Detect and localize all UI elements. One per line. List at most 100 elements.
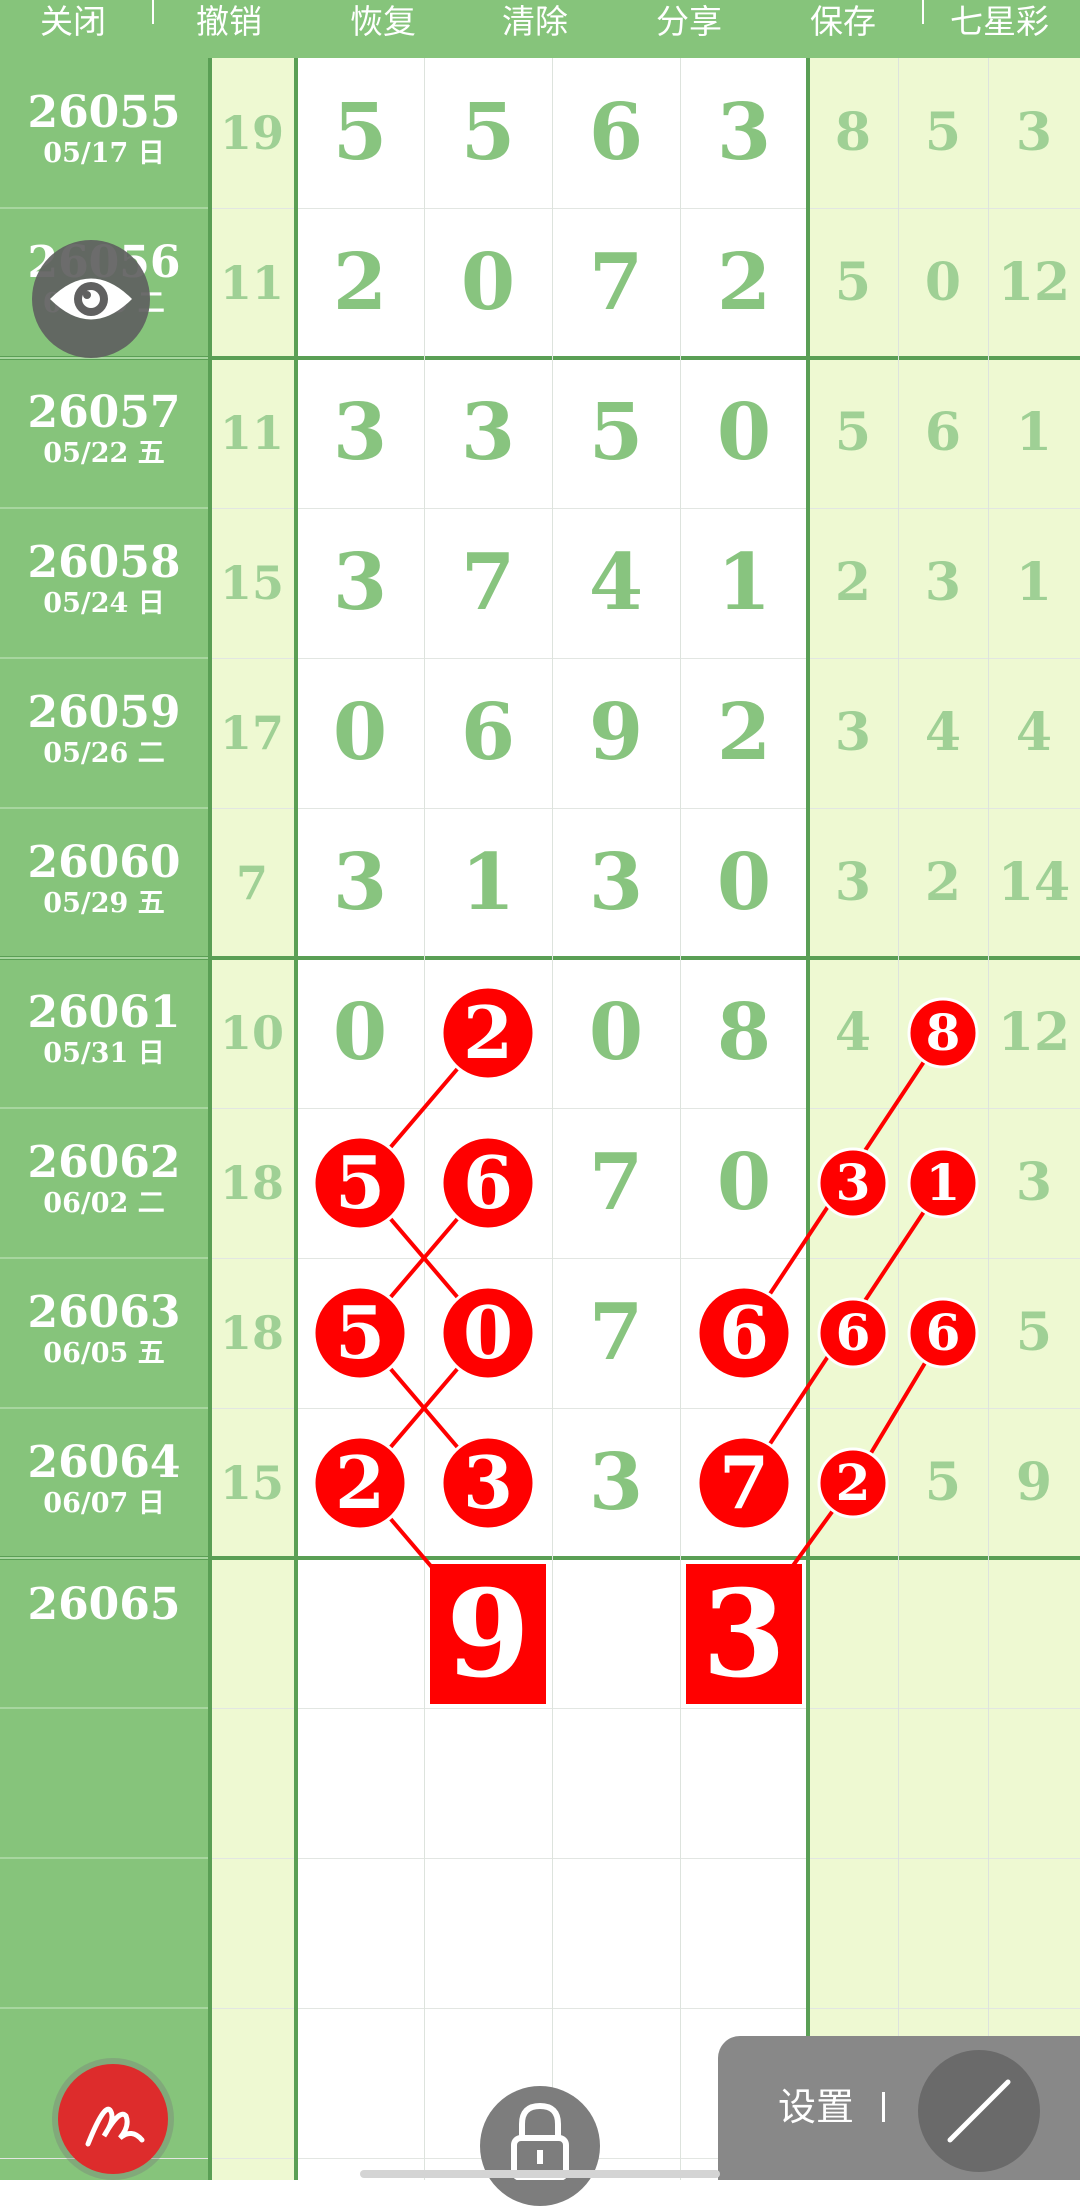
tail-cell[interactable]: 14 bbox=[988, 808, 1080, 958]
tail-cell[interactable]: 2 bbox=[808, 508, 898, 658]
digit-cell[interactable]: 1 bbox=[680, 508, 808, 658]
digit-cell[interactable] bbox=[296, 1858, 424, 2008]
digit-cell[interactable] bbox=[424, 1558, 552, 1708]
tail-cell[interactable]: 4 bbox=[898, 658, 988, 808]
issue-cell[interactable]: 26057 05/22 五 bbox=[0, 388, 208, 470]
sum-cell[interactable]: 18 bbox=[208, 1258, 296, 1408]
digit-cell[interactable]: 1 bbox=[424, 808, 552, 958]
digit-cell[interactable]: 2 bbox=[296, 1408, 424, 1558]
digit-cell[interactable]: 0 bbox=[680, 1108, 808, 1258]
tail-cell[interactable]: 6 bbox=[898, 358, 988, 508]
sum-cell[interactable] bbox=[208, 1708, 296, 1858]
eye-button[interactable] bbox=[32, 240, 150, 358]
digit-cell[interactable]: 5 bbox=[424, 58, 552, 208]
digit-cell[interactable]: 3 bbox=[424, 358, 552, 508]
digit-cell[interactable]: 5 bbox=[552, 358, 680, 508]
digit-cell[interactable] bbox=[552, 1708, 680, 1858]
tail-cell[interactable]: 9 bbox=[988, 1408, 1080, 1558]
digit-cell[interactable]: 6 bbox=[552, 58, 680, 208]
sum-cell[interactable]: 10 bbox=[208, 958, 296, 1108]
digit-cell[interactable] bbox=[296, 2008, 424, 2158]
tail-cell[interactable]: 1 bbox=[898, 1108, 988, 1258]
sum-cell[interactable]: 19 bbox=[208, 58, 296, 208]
sum-cell[interactable]: 17 bbox=[208, 658, 296, 808]
digit-cell[interactable]: 2 bbox=[680, 208, 808, 358]
digit-cell[interactable]: 2 bbox=[680, 658, 808, 808]
digit-cell[interactable]: 0 bbox=[680, 808, 808, 958]
digit-cell[interactable]: 0 bbox=[424, 208, 552, 358]
digit-cell[interactable]: 0 bbox=[296, 658, 424, 808]
tail-cell[interactable] bbox=[988, 1558, 1080, 1708]
issue-cell[interactable]: 26061 05/31 日 bbox=[0, 988, 208, 1070]
issue-cell[interactable]: 26058 05/24 日 bbox=[0, 538, 208, 620]
sum-cell[interactable]: 11 bbox=[208, 358, 296, 508]
digit-cell[interactable]: 3 bbox=[424, 1408, 552, 1558]
tail-cell[interactable]: 8 bbox=[808, 58, 898, 208]
digit-cell[interactable] bbox=[424, 1708, 552, 1858]
issue-cell[interactable]: 26065 bbox=[0, 1580, 208, 1630]
tail-cell[interactable]: 6 bbox=[808, 1258, 898, 1408]
sum-cell[interactable]: 11 bbox=[208, 208, 296, 358]
digit-cell[interactable]: 3 bbox=[680, 58, 808, 208]
tail-cell[interactable] bbox=[808, 1558, 898, 1708]
issue-cell[interactable]: 26063 06/05 五 bbox=[0, 1288, 208, 1370]
draw-button[interactable] bbox=[58, 2064, 168, 2174]
sum-cell[interactable] bbox=[208, 2008, 296, 2158]
digit-cell[interactable] bbox=[296, 1708, 424, 1858]
tail-cell[interactable]: 2 bbox=[898, 808, 988, 958]
tail-cell[interactable]: 12 bbox=[988, 958, 1080, 1108]
issue-cell[interactable]: 26064 06/07 日 bbox=[0, 1438, 208, 1520]
redo-button[interactable]: 恢复 bbox=[350, 0, 416, 58]
tail-cell[interactable] bbox=[808, 1708, 898, 1858]
tail-cell[interactable]: 3 bbox=[808, 808, 898, 958]
tail-cell[interactable] bbox=[988, 1708, 1080, 1858]
digit-cell[interactable]: 3 bbox=[552, 808, 680, 958]
digit-cell[interactable]: 6 bbox=[424, 658, 552, 808]
digit-cell[interactable]: 0 bbox=[552, 958, 680, 1108]
undo-button[interactable]: 撤销 bbox=[196, 0, 262, 58]
tail-cell[interactable]: 2 bbox=[808, 1408, 898, 1558]
lock-button[interactable] bbox=[480, 2086, 600, 2206]
issue-cell[interactable]: 26059 05/26 二 bbox=[0, 688, 208, 770]
tail-cell[interactable]: 5 bbox=[988, 1258, 1080, 1408]
tail-cell[interactable]: 6 bbox=[898, 1258, 988, 1408]
tail-cell[interactable]: 12 bbox=[988, 208, 1080, 358]
tail-cell[interactable]: 3 bbox=[808, 658, 898, 808]
digit-cell[interactable] bbox=[296, 1558, 424, 1708]
digit-cell[interactable] bbox=[552, 1858, 680, 2008]
tail-cell[interactable]: 5 bbox=[808, 358, 898, 508]
tail-cell[interactable]: 3 bbox=[898, 508, 988, 658]
sum-cell[interactable] bbox=[208, 1858, 296, 2008]
sum-cell[interactable]: 15 bbox=[208, 1408, 296, 1558]
sum-cell[interactable]: 15 bbox=[208, 508, 296, 658]
digit-cell[interactable]: 3 bbox=[296, 358, 424, 508]
tail-cell[interactable]: 0 bbox=[898, 208, 988, 358]
save-button[interactable]: 保存 bbox=[810, 0, 876, 58]
tail-cell[interactable] bbox=[898, 1708, 988, 1858]
tail-cell[interactable] bbox=[898, 1558, 988, 1708]
tail-cell[interactable]: 8 bbox=[898, 958, 988, 1108]
digit-cell[interactable]: 5 bbox=[296, 58, 424, 208]
tail-cell[interactable]: 4 bbox=[808, 958, 898, 1108]
settings-button[interactable]: 设置 bbox=[778, 2084, 854, 2130]
tail-cell[interactable]: 3 bbox=[988, 58, 1080, 208]
digit-cell[interactable] bbox=[552, 1558, 680, 1708]
issue-cell[interactable]: 26055 05/17 日 bbox=[0, 88, 208, 170]
digit-cell[interactable]: 0 bbox=[296, 958, 424, 1108]
digit-cell[interactable]: 2 bbox=[296, 208, 424, 358]
digit-cell[interactable] bbox=[680, 1858, 808, 2008]
tail-cell[interactable]: 1 bbox=[988, 358, 1080, 508]
tail-cell[interactable]: 5 bbox=[808, 208, 898, 358]
tail-cell[interactable] bbox=[988, 1858, 1080, 2008]
digit-cell[interactable]: 6 bbox=[680, 1258, 808, 1408]
tail-cell[interactable]: 3 bbox=[808, 1108, 898, 1258]
digit-cell[interactable]: 9 bbox=[552, 658, 680, 808]
trend-grid[interactable]: 2605505/17 日1955638532605605/19 二1120725… bbox=[0, 58, 1080, 2180]
digit-cell[interactable]: 7 bbox=[424, 508, 552, 658]
digit-cell[interactable]: 0 bbox=[424, 1258, 552, 1408]
tail-cell[interactable]: 4 bbox=[988, 658, 1080, 808]
digit-cell[interactable]: 3 bbox=[296, 808, 424, 958]
tail-cell[interactable]: 5 bbox=[898, 58, 988, 208]
digit-cell[interactable] bbox=[680, 1558, 808, 1708]
tail-cell[interactable] bbox=[898, 1858, 988, 2008]
